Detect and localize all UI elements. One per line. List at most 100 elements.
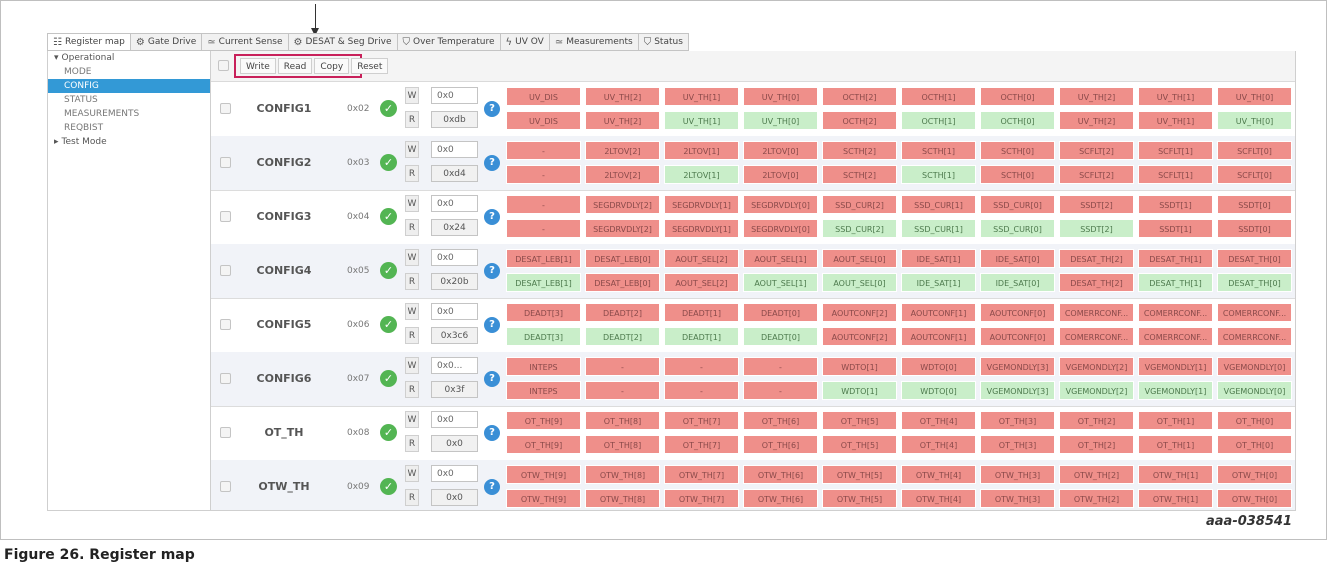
write-bit-cell[interactable]: DEADT[1] <box>664 303 739 322</box>
write-bit-cell[interactable]: OT_TH[9] <box>506 411 581 430</box>
write-bit-cell[interactable]: OT_TH[3] <box>980 411 1055 430</box>
write-bit-cell[interactable]: OTW_TH[7] <box>664 465 739 484</box>
write-bit-cell[interactable]: OTW_TH[4] <box>901 465 976 484</box>
write-bit-cell[interactable]: OTW_TH[8] <box>585 465 660 484</box>
help-icon[interactable]: ? <box>484 317 500 333</box>
write-bit-cell[interactable]: - <box>743 357 818 376</box>
write-bit-cell[interactable]: OTW_TH[6] <box>743 465 818 484</box>
tree-item-status[interactable]: STATUS <box>48 93 210 107</box>
write-bit-cell[interactable]: AOUTCONF[0] <box>980 303 1055 322</box>
write-bit-cell[interactable]: SEGDRVDLY[1] <box>664 195 739 214</box>
write-bit-cell[interactable]: DESAT_LEB[1] <box>506 249 581 268</box>
write-bit-cell[interactable]: SCFLT[2] <box>1059 141 1134 160</box>
write-bit-cell[interactable]: OTW_TH[1] <box>1138 465 1213 484</box>
help-icon[interactable]: ? <box>484 371 500 387</box>
row-checkbox[interactable] <box>220 427 231 438</box>
write-bit-cell[interactable]: UV_DIS <box>506 87 581 106</box>
row-checkbox[interactable] <box>220 103 231 114</box>
row-checkbox[interactable] <box>220 157 231 168</box>
write-bit-cell[interactable]: OT_TH[1] <box>1138 411 1213 430</box>
write-bit-cell[interactable]: UV_TH[0] <box>743 87 818 106</box>
write-bit-cell[interactable]: AOUT_SEL[1] <box>743 249 818 268</box>
write-bit-cell[interactable]: IDE_SAT[0] <box>980 249 1055 268</box>
write-bit-cell[interactable]: SCTH[1] <box>901 141 976 160</box>
write-bit-cell[interactable]: WDTO[0] <box>901 357 976 376</box>
tab-status[interactable]: ⛉ Status <box>638 33 689 51</box>
write-bit-cell[interactable]: 2LTOV[1] <box>664 141 739 160</box>
write-bit-cell[interactable]: DESAT_LEB[0] <box>585 249 660 268</box>
write-register-button[interactable]: W <box>405 87 419 104</box>
write-value-input[interactable]: 0x0 <box>431 249 478 266</box>
tree-group-test-mode[interactable]: ▸ Test Mode <box>48 135 210 149</box>
write-bit-cell[interactable]: VGEMONDLY[3] <box>980 357 1055 376</box>
write-bit-cell[interactable]: DEADT[3] <box>506 303 581 322</box>
write-bit-cell[interactable]: VGEMONDLY[1] <box>1138 357 1213 376</box>
reset-button[interactable]: Reset <box>351 58 389 74</box>
write-bit-cell[interactable]: OTW_TH[3] <box>980 465 1055 484</box>
help-icon[interactable]: ? <box>484 425 500 441</box>
write-register-button[interactable]: W <box>405 195 419 212</box>
write-bit-cell[interactable]: VGEMONDLY[0] <box>1217 357 1292 376</box>
write-bit-cell[interactable]: COMERRCONF... <box>1217 303 1292 322</box>
write-bit-cell[interactable]: COMERRCONF... <box>1138 303 1213 322</box>
write-bit-cell[interactable]: SSD_CUR[2] <box>822 195 897 214</box>
write-bit-cell[interactable]: - <box>506 195 581 214</box>
tree-item-reqbist[interactable]: REQBIST <box>48 121 210 135</box>
write-value-input[interactable]: 0x0 <box>431 465 478 482</box>
write-register-button[interactable]: W <box>405 411 419 428</box>
write-bit-cell[interactable]: OCTH[0] <box>980 87 1055 106</box>
write-bit-cell[interactable]: DESAT_TH[0] <box>1217 249 1292 268</box>
write-register-button[interactable]: W <box>405 141 419 158</box>
write-button[interactable]: Write <box>240 58 276 74</box>
write-bit-cell[interactable]: - <box>585 357 660 376</box>
write-bit-cell[interactable]: OT_TH[7] <box>664 411 739 430</box>
write-bit-cell[interactable]: AOUTCONF[2] <box>822 303 897 322</box>
write-bit-cell[interactable]: IDE_SAT[1] <box>901 249 976 268</box>
write-bit-cell[interactable]: SSDT[0] <box>1217 195 1292 214</box>
write-bit-cell[interactable]: SEGDRVDLY[0] <box>743 195 818 214</box>
tab-current-sense[interactable]: ≃ Current Sense <box>202 33 289 51</box>
write-bit-cell[interactable]: SCTH[2] <box>822 141 897 160</box>
write-bit-cell[interactable]: 2LTOV[2] <box>585 141 660 160</box>
write-bit-cell[interactable]: SEGDRVDLY[2] <box>585 195 660 214</box>
write-bit-cell[interactable]: DEADT[2] <box>585 303 660 322</box>
write-bit-cell[interactable]: AOUTCONF[1] <box>901 303 976 322</box>
write-bit-cell[interactable]: SSDT[1] <box>1138 195 1213 214</box>
write-register-button[interactable]: W <box>405 249 419 266</box>
tab-gate-drive[interactable]: ⚙ Gate Drive <box>130 33 203 51</box>
read-register-button[interactable]: R <box>405 435 419 452</box>
read-register-button[interactable]: R <box>405 273 419 290</box>
write-bit-cell[interactable]: SCTH[0] <box>980 141 1055 160</box>
write-bit-cell[interactable]: OTW_TH[0] <box>1217 465 1292 484</box>
write-bit-cell[interactable]: - <box>664 357 739 376</box>
write-register-button[interactable]: W <box>405 465 419 482</box>
write-value-input[interactable]: 0x0 <box>431 411 478 428</box>
write-value-input[interactable]: 0x0 <box>431 141 478 158</box>
write-bit-cell[interactable]: SSD_CUR[1] <box>901 195 976 214</box>
collapse-icon[interactable]: ▾ <box>54 53 59 63</box>
tree-group-operational[interactable]: ▾ Operational <box>48 51 210 65</box>
tab-desat-seg-drive[interactable]: ⚙ DESAT & Seg Drive <box>288 33 398 51</box>
write-bit-cell[interactable]: OTW_TH[9] <box>506 465 581 484</box>
write-bit-cell[interactable]: SCFLT[0] <box>1217 141 1292 160</box>
write-bit-cell[interactable]: COMERRCONF... <box>1059 303 1134 322</box>
write-bit-cell[interactable]: UV_TH[2] <box>1059 87 1134 106</box>
write-bit-cell[interactable]: INTEPS <box>506 357 581 376</box>
write-bit-cell[interactable]: SSDT[2] <box>1059 195 1134 214</box>
write-bit-cell[interactable]: - <box>506 141 581 160</box>
read-register-button[interactable]: R <box>405 165 419 182</box>
write-bit-cell[interactable]: DEADT[0] <box>743 303 818 322</box>
write-bit-cell[interactable]: 2LTOV[0] <box>743 141 818 160</box>
write-register-button[interactable]: W <box>405 357 419 374</box>
row-checkbox[interactable] <box>220 211 231 222</box>
write-bit-cell[interactable]: WDTO[1] <box>822 357 897 376</box>
help-icon[interactable]: ? <box>484 209 500 225</box>
write-value-input[interactable]: 0x0... <box>431 357 478 374</box>
help-icon[interactable]: ? <box>484 479 500 495</box>
expand-icon[interactable]: ▸ <box>54 137 59 147</box>
read-register-button[interactable]: R <box>405 381 419 398</box>
tab-uv-ov[interactable]: ϟ UV OV <box>500 33 550 51</box>
write-bit-cell[interactable]: AOUT_SEL[0] <box>822 249 897 268</box>
write-bit-cell[interactable]: OTW_TH[5] <box>822 465 897 484</box>
write-bit-cell[interactable]: OCTH[1] <box>901 87 976 106</box>
